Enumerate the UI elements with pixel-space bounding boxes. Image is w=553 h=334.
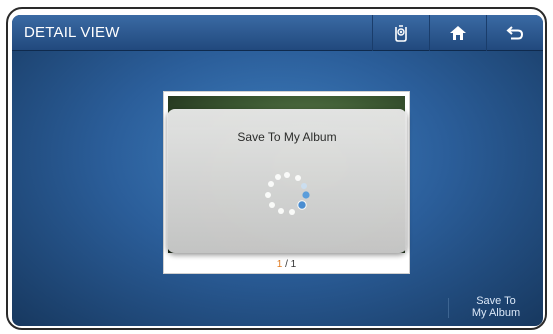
home-icon [449,25,467,41]
hand-badge-icon [393,24,409,42]
total-pages-number: 1 [290,259,297,270]
home-button[interactable] [429,15,486,51]
dialog-title: Save To My Album [237,130,337,144]
save-button-line1: Save To [476,295,516,307]
top-bar: DETAIL VIEW [12,15,543,51]
screen: DETAIL VIEW 1 / 1 Save To My Album Save … [12,15,543,326]
back-button[interactable] [486,15,543,51]
bottom-separator [448,298,449,318]
save-to-my-album-button[interactable]: Save To My Album [457,290,535,324]
page-title: DETAIL VIEW [24,24,120,41]
saving-dialog: Save To My Album [167,109,407,253]
loading-spinner-icon [262,169,312,224]
save-button-line2: My Album [471,307,521,319]
page-indicator: 1 / 1 [164,259,409,270]
page-separator: / [282,259,291,270]
back-arrow-icon [506,25,524,40]
hand-badge-button[interactable] [372,15,429,51]
device-bezel: DETAIL VIEW 1 / 1 Save To My Album Save … [6,7,547,330]
